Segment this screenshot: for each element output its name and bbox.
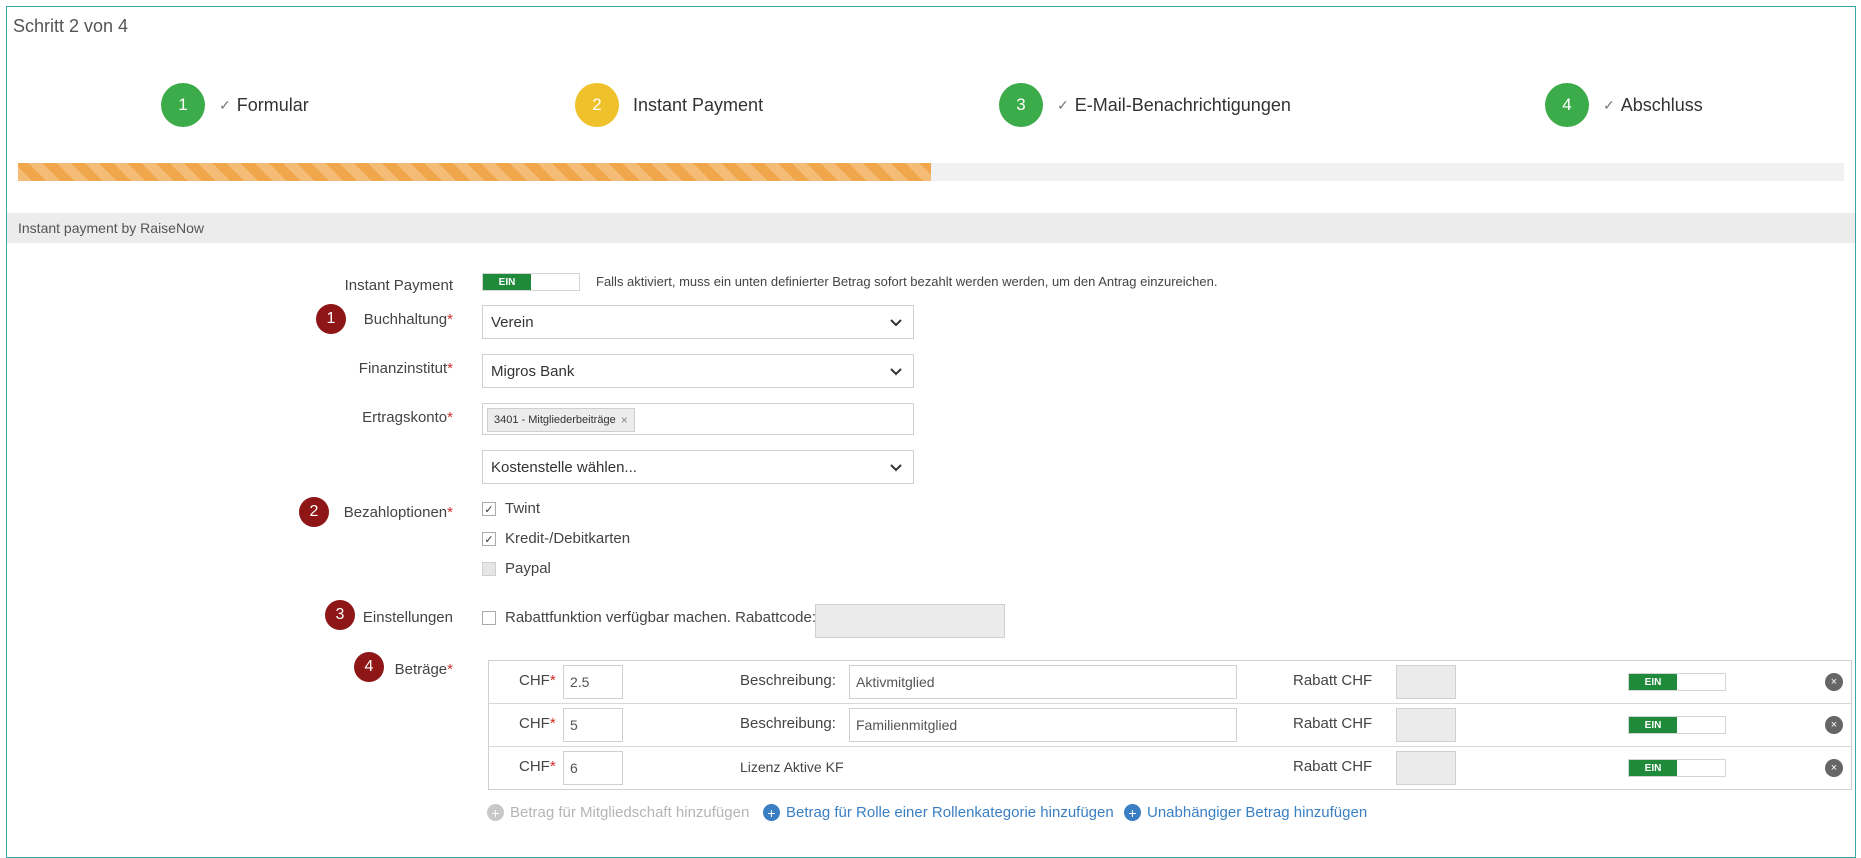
add-membership-amount-link[interactable]: + Betrag für Mitgliedschaft hinzufügen: [487, 804, 749, 821]
ertragskonto-tag: 3401 - Mitgliederbeiträge ×: [487, 408, 635, 432]
kostenstelle-value: Kostenstelle wählen...: [491, 459, 637, 476]
step-label: E-Mail-Benachrichtigungen: [1074, 94, 1291, 115]
table-row: CHF* 2.5 Beschreibung: Aktivmitglied Rab…: [489, 661, 1851, 704]
instant-payment-toggle[interactable]: EIN: [482, 273, 580, 291]
amount-input[interactable]: 2.5: [563, 665, 623, 699]
checkbox-rabattfunktion[interactable]: [482, 611, 496, 625]
checkbox-paypal[interactable]: [482, 562, 496, 576]
discount-input[interactable]: [1396, 751, 1456, 785]
check-icon: ✓: [1603, 96, 1615, 113]
chevron-down-icon: [890, 319, 902, 327]
chevron-down-icon: [890, 368, 902, 376]
amount-toggle[interactable]: EIN: [1628, 673, 1726, 691]
progress-fill: [18, 163, 931, 181]
instant-payment-hint: Falls aktiviert, muss ein unten definier…: [596, 274, 1218, 289]
step-instant-payment[interactable]: 2 Instant Payment: [575, 83, 763, 127]
amounts-table: CHF* 2.5 Beschreibung: Aktivmitglied Rab…: [488, 660, 1852, 790]
remove-icon[interactable]: ×: [1825, 673, 1843, 691]
betraege-label: Beträge*: [394, 661, 453, 678]
buchhaltung-value: Verein: [491, 314, 534, 331]
step-label: Abschluss: [1620, 94, 1703, 115]
checkbox-twint[interactable]: ✓: [482, 502, 496, 516]
table-row: CHF* 6 Lizenz Aktive KF Rabatt CHF EIN ×: [489, 747, 1851, 789]
discount-label: Rabatt CHF: [1293, 715, 1373, 732]
step-label: Formular: [236, 94, 309, 115]
amount-toggle[interactable]: EIN: [1628, 716, 1726, 734]
step-abschluss[interactable]: 4 ✓ Abschluss: [1545, 83, 1703, 127]
plus-icon: +: [1124, 804, 1141, 821]
check-icon: ✓: [1057, 96, 1069, 113]
kostenstelle-select[interactable]: Kostenstelle wählen...: [482, 450, 914, 484]
description-label: Beschreibung:: [740, 715, 836, 732]
buchhaltung-select[interactable]: Verein: [482, 305, 914, 339]
ertragskonto-tag-input[interactable]: 3401 - Mitgliederbeiträge ×: [482, 403, 914, 435]
discount-input[interactable]: [1396, 708, 1456, 742]
description-label: Beschreibung:: [740, 672, 836, 689]
currency-label: CHF*: [519, 672, 556, 689]
description-input[interactable]: Aktivmitglied: [849, 665, 1237, 699]
instant-payment-label: Instant Payment: [344, 277, 453, 294]
checkbox-twint-label: Twint: [505, 500, 541, 517]
discount-input[interactable]: [1396, 665, 1456, 699]
description-input[interactable]: Familienmitglied: [849, 708, 1237, 742]
checkbox-paypal-label: Paypal: [505, 560, 551, 577]
add-independent-amount-link[interactable]: + Unabhängiger Betrag hinzufügen: [1124, 804, 1367, 821]
step-number: 2: [575, 83, 619, 127]
currency-label: CHF*: [519, 758, 556, 775]
remove-icon[interactable]: ×: [1825, 759, 1843, 777]
step-number: 1: [161, 83, 205, 127]
section-title: Instant payment by RaiseNow: [18, 220, 204, 236]
amount-input[interactable]: 5: [563, 708, 623, 742]
progress-bar: [18, 163, 1844, 181]
toggle-on-label: EIN: [483, 274, 531, 290]
checkbox-kreditkarten[interactable]: ✓: [482, 532, 496, 546]
step-number: 3: [999, 83, 1043, 127]
step-title: Schritt 2 von 4: [13, 16, 129, 36]
fixed-description: Lizenz Aktive KF: [740, 759, 844, 775]
check-icon: ✓: [219, 96, 231, 113]
add-role-amount-link[interactable]: + Betrag für Rolle einer Rollenkategorie…: [763, 804, 1114, 821]
checkbox-kreditkarten-label: Kredit-/Debitkarten: [505, 530, 631, 547]
remove-icon[interactable]: ×: [1825, 716, 1843, 734]
finanzinstitut-label: Finanzinstitut*: [358, 360, 453, 377]
step-label: Instant Payment: [633, 94, 764, 115]
table-row: CHF* 5 Beschreibung: Familienmitglied Ra…: [489, 704, 1851, 747]
bezahloptionen-label: Bezahloptionen*: [343, 504, 453, 521]
buchhaltung-label: Buchhaltung*: [363, 311, 453, 328]
step-formular[interactable]: 1 ✓ Formular: [161, 83, 309, 127]
section-header: Instant payment by RaiseNow: [7, 213, 1855, 243]
step-number: 4: [1545, 83, 1589, 127]
discount-label: Rabatt CHF: [1293, 758, 1373, 775]
plus-icon: +: [763, 804, 780, 821]
finanzinstitut-select[interactable]: Migros Bank: [482, 354, 914, 388]
currency-label: CHF*: [519, 715, 556, 732]
einstellungen-label: Einstellungen: [362, 609, 453, 626]
amount-input[interactable]: 6: [563, 751, 623, 785]
ertragskonto-label: Ertragskonto*: [362, 409, 453, 426]
wizard-panel: Schritt 2 von 4 1 ✓ Formular 2 Instant Pa…: [6, 6, 1856, 858]
finanzinstitut-value: Migros Bank: [491, 363, 575, 380]
discount-label: Rabatt CHF: [1293, 672, 1373, 689]
amount-toggle[interactable]: EIN: [1628, 759, 1726, 777]
chevron-down-icon: [890, 464, 902, 472]
step-email[interactable]: 3 ✓ E-Mail-Benachrichtigungen: [999, 83, 1291, 127]
plus-icon: +: [487, 804, 504, 821]
rabattcode-input[interactable]: [815, 604, 1005, 638]
rabattfunktion-label: Rabattfunktion verfügbar machen. Rabattc…: [505, 609, 817, 626]
tag-remove-icon[interactable]: ×: [621, 413, 628, 427]
